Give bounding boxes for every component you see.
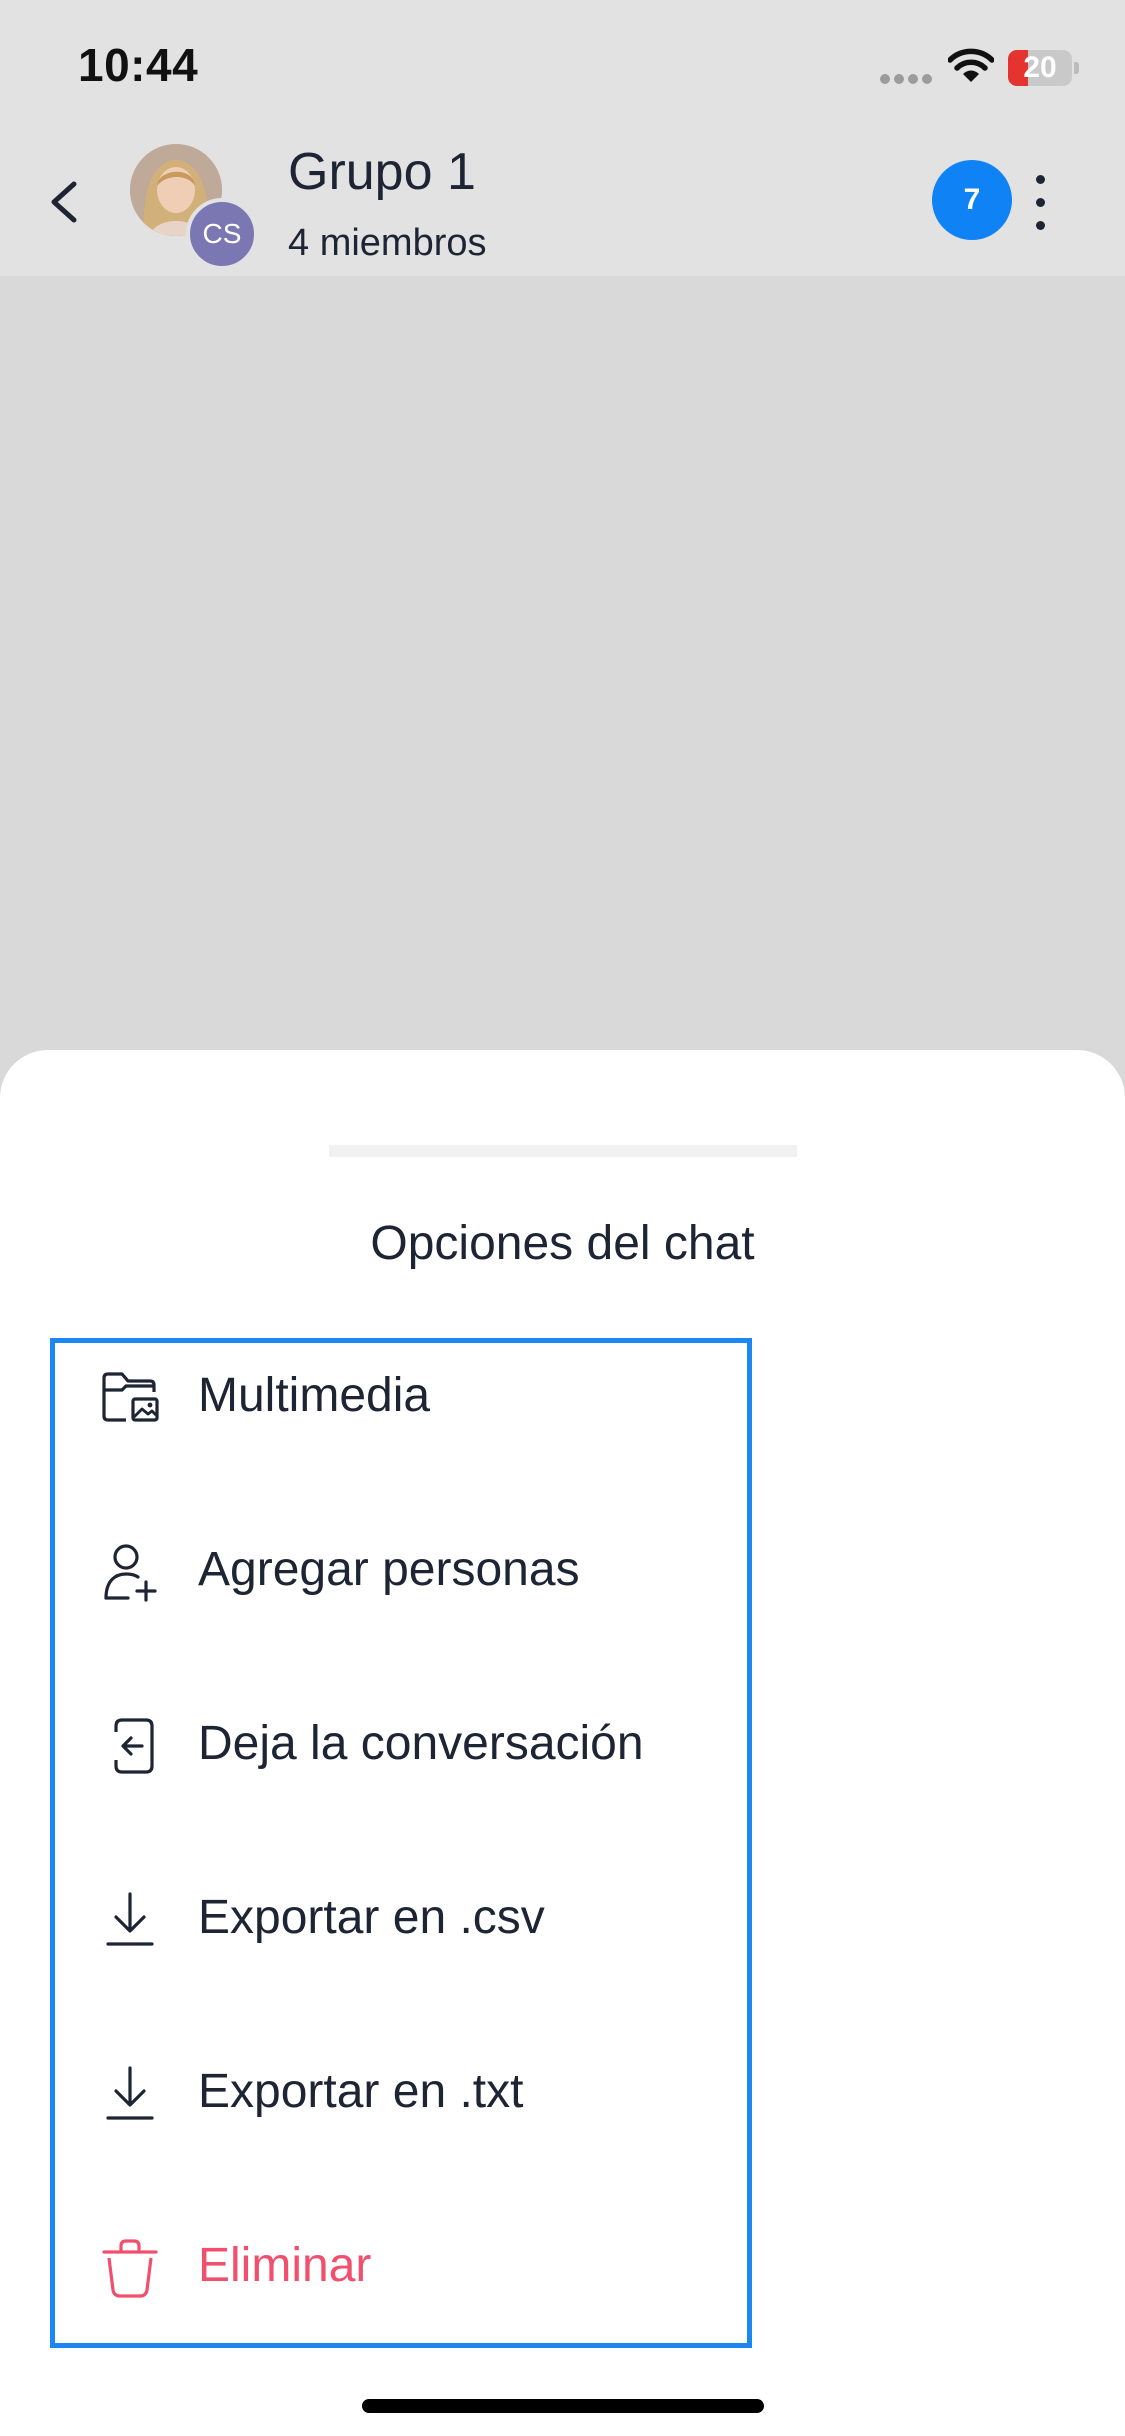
option-label: Multimedia [198,1369,431,1422]
home-indicator[interactable] [362,2399,764,2413]
status-bar: 10:44 20 [0,0,1125,132]
download-icon [106,2066,154,2120]
unread-badge[interactable]: 7 [932,160,1012,240]
chat-options-sheet: Opciones del chat Multimedia Agregar per… [0,1050,1125,2436]
option-label: Eliminar [198,2239,372,2292]
chat-title: Grupo 1 [288,143,476,201]
add-person-icon [104,1544,157,1602]
option-label: Deja la conversación [198,1717,644,1770]
option-label: Agregar personas [198,1543,580,1596]
sheet-title: Opciones del chat [370,1217,755,1270]
chat-member-count: 4 miembros [288,222,487,264]
trash-icon [102,2239,158,2298]
battery-icon: 20 [1008,50,1080,86]
battery-tip [1074,62,1079,74]
option-export-csv[interactable]: Exportar en .csv [55,1860,747,1980]
back-chevron-icon[interactable] [40,167,90,237]
drag-handle[interactable] [329,1145,797,1157]
option-label: Exportar en .csv [198,1891,545,1944]
option-export-txt[interactable]: Exportar en .txt [55,2034,747,2154]
media-folder-icon [102,1372,159,1422]
battery-level: 20 [1023,51,1057,84]
battery-body: 20 [1008,50,1072,86]
chat-header: CS Grupo 1 4 miembros 7 [0,132,1125,276]
leave-conversation-icon [114,1718,154,1774]
option-delete[interactable]: Eliminar [55,2208,747,2328]
option-add-people[interactable]: Agregar personas [55,1512,747,1632]
download-icon [106,1892,154,1946]
option-multimedia[interactable]: Multimedia [55,1338,747,1458]
wifi-icon [948,48,994,82]
option-leave-conversation[interactable]: Deja la conversación [55,1686,747,1806]
option-label: Exportar en .txt [198,2065,524,2118]
signal-dots-icon [880,74,935,84]
avatar-initials: CS [186,198,258,270]
more-vertical-icon[interactable] [1022,166,1058,238]
status-time: 10:44 [78,39,199,91]
options-list: Multimedia Agregar personas Deja la conv… [50,1338,752,2348]
